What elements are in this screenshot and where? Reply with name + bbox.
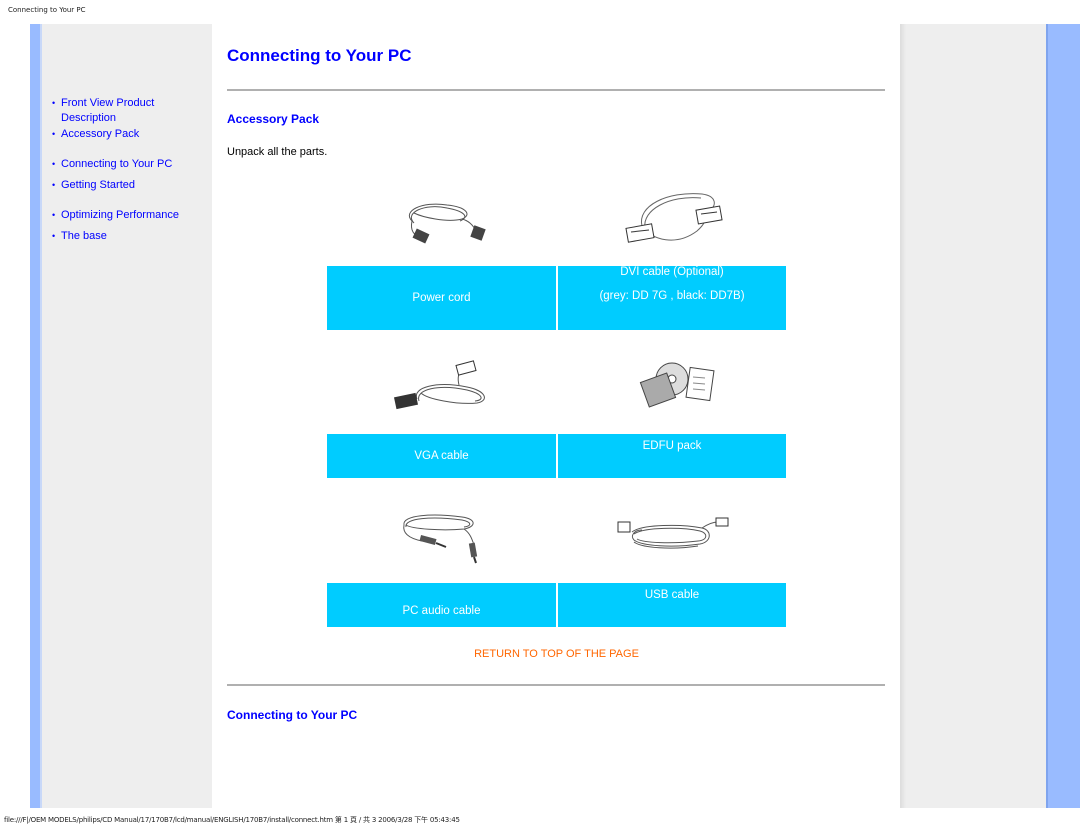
usb-cable-label: USB cable	[558, 583, 786, 627]
sidebar-list: • Front View Product Description • Acces…	[52, 96, 202, 244]
usb-cable-image	[557, 502, 786, 572]
sidebar-item-label[interactable]: Optimizing Performance	[61, 209, 179, 221]
right-decor-shade	[900, 24, 906, 808]
left-decor-strip	[30, 24, 40, 808]
accessory-pack-heading[interactable]: Accessory Pack	[227, 112, 319, 126]
edfu-pack-image	[557, 352, 786, 422]
dvi-cable-image	[557, 184, 786, 254]
sidebar-item-connecting[interactable]: • Connecting to Your PC	[52, 157, 202, 172]
accessory-name: VGA cable	[414, 450, 469, 462]
edfu-pack-label: EDFU pack	[558, 434, 786, 478]
dvi-cable-label: DVI cable (Optional) (grey: DD 7G , blac…	[558, 266, 786, 330]
sidebar-item-accessory-pack[interactable]: • Accessory Pack	[52, 127, 202, 142]
dvi-cable-icon	[624, 193, 723, 243]
divider	[227, 684, 885, 686]
sidebar-item-front-view[interactable]: • Front View Product Description	[52, 96, 202, 126]
right-decor-strip	[1046, 24, 1080, 808]
divider	[227, 89, 885, 91]
sidebar-nav: • Front View Product Description • Acces…	[42, 24, 212, 808]
accessory-name: Power cord	[412, 292, 471, 304]
vga-cable-image	[327, 352, 556, 422]
bullet-icon: •	[52, 159, 56, 169]
print-header: Connecting to Your PC	[8, 6, 86, 14]
sidebar-item-label[interactable]: Front View Product Description	[61, 97, 154, 124]
accessory-note: (grey: DD 7G , black: DD7B)	[599, 290, 745, 302]
intro-text: Unpack all the parts.	[227, 146, 328, 158]
vga-cable-icon	[393, 360, 485, 410]
bullet-icon: •	[52, 231, 56, 241]
bullet-icon: •	[52, 180, 56, 190]
accessory-name: PC audio cable	[402, 605, 481, 617]
accessory-label-row: PC audio cable USB cable	[327, 583, 786, 627]
bullet-icon: •	[52, 210, 56, 220]
bullet-icon: •	[52, 98, 56, 108]
audio-cable-icon	[402, 514, 477, 564]
audio-cable-label: PC audio cable	[327, 583, 556, 627]
vga-cable-label: VGA cable	[327, 434, 556, 478]
accessory-label-row: VGA cable EDFU pack	[327, 434, 786, 478]
sidebar-item-the-base[interactable]: • The base	[52, 229, 202, 244]
usb-cable-icon	[617, 517, 728, 549]
return-to-top-link[interactable]: RETURN TO TOP OF THE PAGE	[227, 648, 886, 660]
accessory-name: EDFU pack	[642, 440, 702, 452]
power-cord-image	[327, 184, 556, 254]
power-cord-label: Power cord	[327, 266, 556, 330]
sidebar-item-label[interactable]: Getting Started	[61, 179, 135, 191]
edfu-pack-icon	[639, 362, 715, 408]
page-title: Connecting to Your PC	[227, 46, 412, 65]
accessory-name: DVI cable (Optional)	[620, 266, 724, 278]
audio-cable-image	[327, 502, 556, 572]
print-footer: file:///F|/OEM MODELS/philips/CD Manual/…	[4, 816, 460, 824]
sidebar-item-label[interactable]: The base	[61, 230, 107, 242]
connecting-heading[interactable]: Connecting to Your PC	[227, 708, 357, 722]
accessory-name: USB cable	[644, 589, 700, 601]
sidebar-item-getting-started[interactable]: • Getting Started	[52, 178, 202, 193]
right-decor-panel	[900, 24, 1046, 808]
bullet-icon: •	[52, 129, 56, 139]
sidebar-item-label[interactable]: Accessory Pack	[61, 128, 139, 140]
accessory-label-row: Power cord DVI cable (Optional) (grey: D…	[327, 266, 786, 330]
sidebar-item-optimizing[interactable]: • Optimizing Performance	[52, 208, 202, 223]
power-cord-icon	[408, 203, 486, 244]
sidebar-item-label[interactable]: Connecting to Your PC	[61, 158, 172, 170]
